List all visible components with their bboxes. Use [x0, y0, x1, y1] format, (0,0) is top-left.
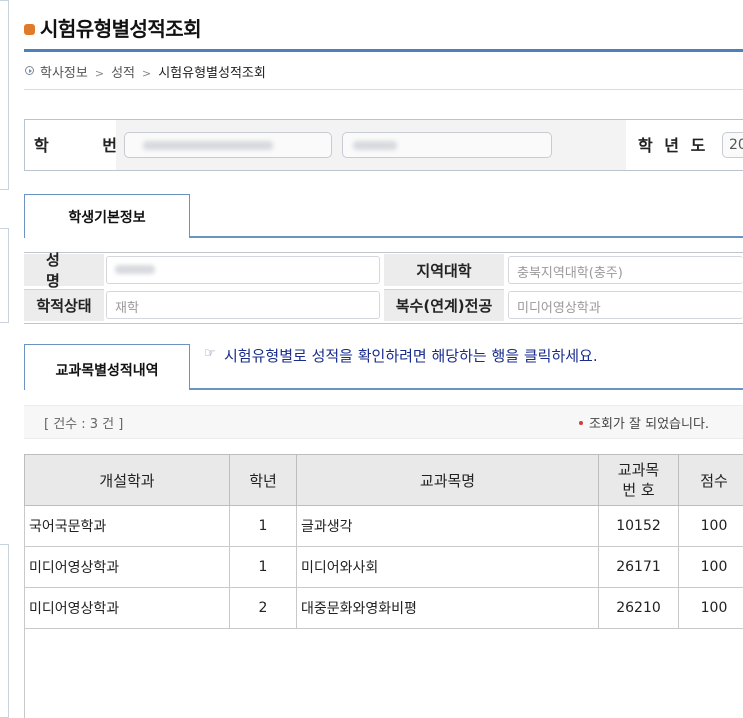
tab-course-grades-label: 교과목별성적내역: [55, 363, 159, 379]
col-header-code-line1: 교과목: [617, 461, 660, 479]
sidebar-fragment-top: [0, 0, 9, 190]
cell-score: 100: [678, 505, 743, 547]
breadcrumb-separator: >: [94, 67, 105, 80]
breadcrumb: 학사정보 > 성적 > 시험유형별성적조회: [40, 62, 266, 81]
cell-course: 글과생각: [296, 505, 599, 547]
cell-year: 2: [229, 587, 297, 629]
cell-code: 26210: [598, 587, 679, 629]
cell-course: 미디어와사회: [296, 546, 599, 588]
status-dot-icon: [579, 421, 583, 425]
cell-course: 대중문화와영화비평: [296, 587, 599, 629]
academic-status-value: 재학: [106, 291, 380, 319]
status-message: 조회가 잘 되었습니다.: [589, 417, 710, 432]
title-divider: [24, 49, 743, 52]
breadcrumb-arrow-icon: [25, 66, 34, 75]
double-major-label: 복수(연계)전공: [384, 289, 504, 321]
grade-table: 개설학과 학년 교과목명 교과목 번 호 점수 국어국문학과 1 글과생각 10…: [24, 454, 743, 629]
col-header-code-line2: 번 호: [622, 481, 655, 499]
tab-underline: [189, 236, 743, 238]
academic-status-label: 학적상태: [24, 289, 104, 321]
academic-year-label: 학 년 도: [638, 136, 709, 155]
region-college-label: 지역대학: [384, 254, 504, 286]
double-major-value: 미디어영상학과: [508, 291, 743, 319]
table-row[interactable]: 국어국문학과 1 글과생각 10152 100: [24, 505, 743, 547]
page-title: 시험유형별성적조회: [40, 17, 202, 41]
col-header-year: 학년: [229, 454, 297, 506]
breadcrumb-item-academic[interactable]: 학사정보: [40, 66, 88, 81]
grade-table-header: 개설학과 학년 교과목명 교과목 번 호 점수: [24, 454, 743, 506]
cell-year: 1: [229, 546, 297, 588]
tab-student-basic-info-label: 학생기본정보: [68, 210, 146, 226]
name-label: 성 명: [24, 251, 104, 290]
result-count: [ 건수 : 3 건 ]: [44, 417, 124, 432]
cell-year: 1: [229, 505, 297, 547]
breadcrumb-item-current: 시험유형별성적조회: [158, 66, 266, 81]
title-bullet-icon: [24, 24, 35, 35]
cell-score: 100: [678, 587, 743, 629]
table-row[interactable]: 미디어영상학과 2 대중문화와영화비평 26210 100: [24, 587, 743, 629]
col-header-course: 교과목명: [296, 454, 599, 506]
name-value: [106, 256, 380, 284]
cell-dept: 미디어영상학과: [24, 546, 230, 588]
table-row[interactable]: 미디어영상학과 1 미디어와사회 26171 100: [24, 546, 743, 588]
cell-dept: 국어국문학과: [24, 505, 230, 547]
cell-score: 100: [678, 546, 743, 588]
cell-dept: 미디어영상학과: [24, 587, 230, 629]
student-name-input[interactable]: [342, 132, 552, 158]
breadcrumb-separator: >: [141, 67, 152, 80]
breadcrumb-divider: [24, 89, 743, 90]
col-header-dept: 개설학과: [24, 454, 230, 506]
sidebar-fragment-middle: [0, 228, 9, 323]
academic-year-select[interactable]: 20: [722, 132, 743, 158]
region-college-value: 충북지역대학(충주): [508, 256, 743, 284]
cell-code: 10152: [598, 505, 679, 547]
student-id-input[interactable]: [124, 132, 332, 158]
col-header-score: 점수: [678, 454, 743, 506]
breadcrumb-item-grades[interactable]: 성적: [111, 66, 135, 81]
pointing-hand-icon: ☞: [204, 346, 216, 361]
cell-code: 26171: [598, 546, 679, 588]
grade-table-empty-area: [24, 626, 743, 718]
tab-underline: [189, 388, 743, 390]
click-row-hint: 시험유형별로 성적을 확인하려면 해당하는 행을 클릭하세요.: [224, 347, 598, 365]
sidebar-fragment-bottom: [0, 544, 9, 718]
student-info-table: 성 명 지역대학 충북지역대학(충주) 학적상태 재학 복수(연계)전공 미디어…: [24, 251, 743, 324]
col-header-code: 교과목 번 호: [598, 454, 679, 506]
